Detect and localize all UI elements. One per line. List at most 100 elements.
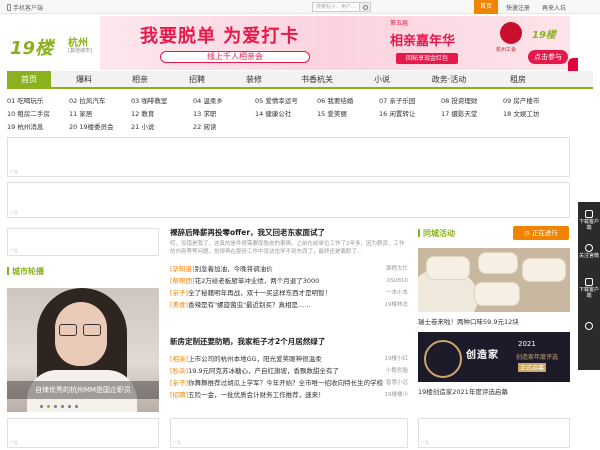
carousel-dot[interactable] [40,405,43,408]
news-category[interactable]: [亲子] [170,289,188,297]
activity-image-swiss-roll[interactable] [418,248,570,312]
forum-link[interactable]: 02 拉风汽车 [69,95,105,105]
forum-link[interactable]: 03 咖啡教室 [131,95,167,105]
news-category[interactable]: [美食] [170,301,188,309]
news-author[interactable]: 智慧小远 [383,378,408,388]
banner-party-title: 相亲嘉年华 [390,34,456,49]
header-banner-ad[interactable]: 我要脱单 为爱打卡 线上千人相亲会 第五届 相亲嘉年华 回帖享现金红包 杭州工会… [100,16,570,70]
news-category[interactable]: [孕知道] [170,265,195,273]
ad-slot[interactable]: 广告 [170,418,408,448]
nav-item-rent[interactable]: 租房 [503,71,533,89]
news-category[interactable]: [帮帮团] [170,277,195,285]
city-switch-link[interactable]: [其他城市] [68,47,92,54]
forum-link[interactable]: 17 摄影天堂 [441,108,477,118]
nav-item-home[interactable]: 首页 [7,71,51,89]
sidebar-download-app[interactable]: 下载客户端 [578,278,600,299]
news-author[interactable]: 小骰色胎 [383,366,408,376]
forum-link[interactable]: 18 文娱工坊 [503,108,539,118]
news-title[interactable]: 花2万给老板厨单冲业绩，两个月退了3000 [195,277,320,285]
nav-item-jobs[interactable]: 招聘 [182,71,212,89]
news-row[interactable]: [孕知道]别急着加油，今晚将调油价 章程大忙 [170,264,408,274]
news-author[interactable]: 19楼林志 [382,300,408,310]
carousel-caption[interactable]: 自律优秀的杭州MM是国企职员 [7,385,159,395]
search-input[interactable]: 搜索帖子、用户... [312,2,360,12]
forum-link[interactable]: 07 亲子乐园 [379,95,415,105]
search-button[interactable] [360,2,371,12]
forum-link[interactable]: 04 温柔乡 [193,95,223,105]
forum-link[interactable]: 19 杭州消息 [7,121,43,131]
city-carousel[interactable]: 自律优秀的杭州MM是国企职员 [7,288,159,412]
news-category[interactable]: [秒杀] [170,367,188,375]
news-title[interactable]: 全了秘籍明年再战，双十一买这样东西才是明智！ [188,289,331,297]
news-row[interactable]: [亲子]你舞舞推荐过胡瓜上学军？今年开始？全市唯一招收向特长生的学校 智慧小远 [170,378,408,388]
news-title[interactable]: 五险一金，一批优质会计财务工作推荐，速来！ [188,391,325,399]
forum-link[interactable]: 15 爱美丽 [317,108,347,118]
news-row[interactable]: [招聘]五险一金，一批优质会计财务工作推荐，速来！ 19楼楼小 [170,390,408,400]
news-author[interactable]: 章程大忙 [383,264,408,274]
top-home-link[interactable]: 首页 [474,0,498,14]
sidebar-download-client[interactable]: 下载客户端 [578,210,600,231]
activity-title: 同城活动 [423,229,455,238]
carousel-dot[interactable] [68,405,71,408]
forum-link[interactable]: 13 求职 [193,108,216,118]
forum-link[interactable]: 08 投资理财 [441,95,477,105]
news-author[interactable]: 19楼楼小 [382,390,408,400]
news-title[interactable]: 上市公司的杭州本地GG，阳光爱笑眼神很温柔 [188,355,322,363]
forum-link[interactable]: 20 19楼委员会 [69,121,114,131]
mobile-client-link[interactable]: 手机客户端 [7,3,43,12]
carousel-dot[interactable] [54,405,57,408]
news-title[interactable]: 你舞舞推荐过胡瓜上学军？今年开始？全市唯一招收向特长生的学校 [188,379,383,387]
news-row[interactable]: [秒杀]19.9元阿克苏冰糖心，产自红旗坡，香飘数甜全有了 小骰色胎 [170,366,408,376]
ad-slot[interactable]: 广告 [7,182,570,218]
ad-slot[interactable]: 广告 [7,228,159,256]
nav-item-books[interactable]: 书香杭关 [295,71,339,89]
carousel-dot[interactable] [75,405,78,408]
activity-caption[interactable]: 19楼创造家2021年度评选启幕 [418,386,508,396]
news-category[interactable]: [招聘] [170,391,188,399]
sidebar-customer-service[interactable] [578,322,600,331]
carousel-dot[interactable] [61,405,64,408]
nav-item-news[interactable]: 爆料 [69,71,99,89]
news-row[interactable]: [相亲]上市公司的杭州本地GG，阳光爱笑眼神很温柔 19楼小红 [170,354,408,364]
activity-ongoing-button[interactable]: ◷ 正在进行 [513,226,569,240]
news-title[interactable]: 19.9元阿克苏冰糖心，产自红旗坡，香飘数甜全有了 [188,367,339,375]
forum-link[interactable]: 01 吃喝玩乐 [7,95,43,105]
news-title[interactable]: 别急着加油，今晚将调油价 [195,265,273,273]
news-author[interactable]: 19楼小红 [382,354,408,364]
news-author[interactable]: XS0810 [384,276,408,286]
news-row[interactable]: [亲子]全了秘籍明年再战，双十一买这样东西才是明智！ 一本小本 [170,288,408,298]
news-row[interactable]: [帮帮团]花2万给老板厨单冲业绩，两个月退了3000 XS0810 [170,276,408,286]
activity-image-creator[interactable]: 创造家 2021 创造家年度评选 正式启幕 [418,332,570,382]
banner-join-button[interactable]: 点击参与 [528,50,568,64]
news-headline[interactable]: 新房定制还要防晒，我家柜子才2个月居然绿了 [170,336,325,347]
news-author[interactable]: 一本小本 [383,288,408,298]
forum-link[interactable]: 06 我要结婚 [317,95,353,105]
forum-link[interactable]: 12 教育 [131,108,154,118]
ad-slot[interactable]: 广告 [7,418,159,448]
nav-item-gov-activity[interactable]: 政务·活动 [427,71,471,89]
login-link[interactable]: 再来入坑 [542,3,566,12]
news-row[interactable]: [美食]香辣是有"螺旋菌虫"最近别买？真相是...... 19楼林志 [170,300,408,310]
forum-link[interactable]: 10 租房二手房 [7,108,50,118]
nav-item-novel[interactable]: 小说 [367,71,397,89]
nav-item-decor[interactable]: 装修 [239,71,269,89]
nav-item-dating[interactable]: 相亲 [125,71,155,89]
forum-link[interactable]: 11 家居 [69,108,92,118]
forum-link[interactable]: 14 健康公社 [255,108,291,118]
forum-link[interactable]: 16 闲置转让 [379,108,415,118]
activity-caption[interactable]: 瑞士卷来啦！两种口味59.9元12块 [418,316,519,326]
ad-slot[interactable]: 广告 [7,137,570,177]
site-logo[interactable]: 19楼 [10,34,53,60]
forum-link[interactable]: 21 小说 [131,121,154,131]
news-title[interactable]: 香辣是有"螺旋菌虫"最近别买？真相是...... [188,301,310,309]
news-category[interactable]: [相亲] [170,355,188,363]
ad-slot[interactable]: 广告 [418,418,570,448]
sidebar-follow-weibo[interactable]: 关注官微 [578,244,600,259]
carousel-dot[interactable] [47,405,50,408]
forum-link[interactable]: 09 房产楼市 [503,95,539,105]
news-category[interactable]: [亲子] [170,379,188,387]
register-link[interactable]: 快速注册 [506,3,530,12]
forum-link[interactable]: 22 阅读 [193,121,216,131]
news-headline[interactable]: 裸辞后降薪再投零offer，我又回老东家面试了 [170,227,325,238]
forum-link[interactable]: 05 爱情幸运号 [255,95,298,105]
